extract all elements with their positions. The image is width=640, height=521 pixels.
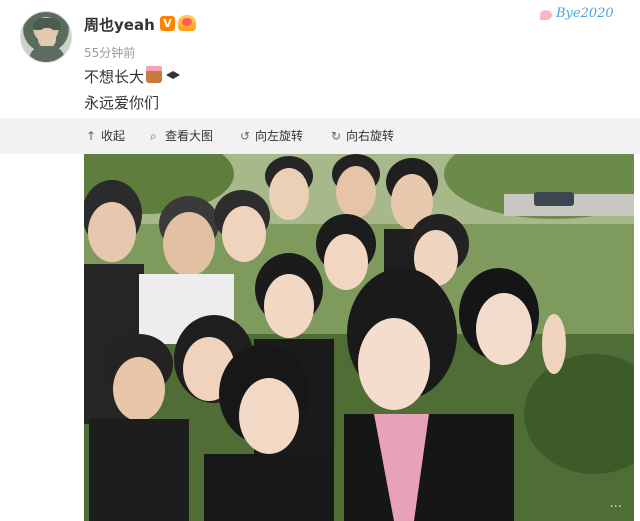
- avatar[interactable]: [20, 11, 72, 63]
- post-text-line1: 不想长大: [84, 66, 181, 87]
- collapse-label: 收起: [101, 129, 126, 143]
- collapse-button[interactable]: ↑ 收起: [86, 128, 125, 144]
- view-large-button[interactable]: ⌕ 查看大图: [150, 128, 213, 144]
- post-photo[interactable]: ...: [84, 154, 634, 521]
- magnifier-icon: ⌕: [150, 129, 157, 143]
- wing-icon: [540, 10, 552, 20]
- image-toolbar: ↑ 收起 ⌕ 查看大图 ↺ 向左旋转 ↻ 向右旋转: [0, 118, 640, 154]
- view-large-label: 查看大图: [165, 129, 214, 143]
- photo-watermark: ...: [609, 496, 622, 511]
- post-text-line2: 永远爱你们: [84, 94, 160, 112]
- rotate-left-label: 向左旋转: [255, 129, 304, 143]
- rotate-right-label: 向右旋转: [346, 129, 395, 143]
- rotate-right-icon: ↻: [331, 129, 342, 143]
- rotate-right-button[interactable]: ↻ 向右旋转: [331, 128, 394, 144]
- post-header: 周也yeah V 55分钟前 不想长大 永远爱你们 Bye2020: [0, 0, 640, 118]
- group-photo-illustration: [84, 154, 634, 521]
- username[interactable]: 周也yeah: [84, 14, 155, 35]
- cake-emoji-icon: [146, 66, 163, 83]
- arrow-up-icon: ↑: [86, 129, 97, 143]
- graduation-cap-emoji-icon: [166, 71, 181, 79]
- member-badge-icon[interactable]: [178, 15, 196, 31]
- rotate-left-icon: ↺: [240, 129, 251, 143]
- verified-badge-icon: V: [160, 16, 175, 31]
- rotate-left-button[interactable]: ↺ 向左旋转: [240, 128, 303, 144]
- decoration-text: Bye2020: [556, 6, 614, 21]
- bye-2020-decoration: Bye2020: [538, 4, 634, 30]
- post-text-line1-label: 不想长大: [84, 68, 145, 86]
- post-time[interactable]: 55分钟前: [84, 44, 135, 61]
